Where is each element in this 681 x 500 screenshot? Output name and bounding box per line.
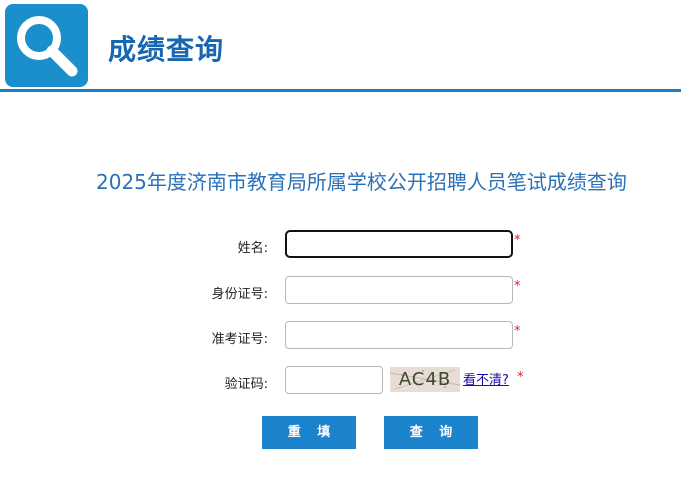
captcha-refresh-link[interactable]: 看不清? — [463, 369, 509, 388]
captcha-required-mark: * — [517, 370, 524, 385]
captcha-text: AC4B — [398, 369, 452, 390]
name-input[interactable] — [285, 230, 513, 258]
header: 成绩查询 — [0, 0, 681, 92]
exam-number-input[interactable] — [285, 321, 513, 349]
id-number-label: 身份证号: — [211, 287, 268, 302]
id-number-required-mark: * — [514, 279, 521, 294]
page-title: 2025年度济南市教育局所属学校公开招聘人员笔试成绩查询 — [96, 170, 627, 194]
query-button[interactable]: 查 询 — [384, 416, 478, 449]
reset-button[interactable]: 重 填 — [262, 416, 356, 449]
name-label: 姓名: — [237, 241, 268, 256]
exam-number-required-mark: * — [514, 324, 521, 339]
captcha-input[interactable] — [285, 366, 383, 394]
captcha-image[interactable]: AC4B — [390, 367, 460, 392]
captcha-label: 验证码: — [224, 377, 268, 392]
name-required-mark: * — [514, 233, 521, 248]
header-title: 成绩查询 — [108, 33, 225, 66]
exam-number-label: 准考证号: — [211, 332, 268, 347]
logo — [5, 4, 88, 87]
search-icon — [17, 16, 78, 77]
header-divider — [0, 89, 681, 92]
id-number-input[interactable] — [285, 276, 513, 304]
